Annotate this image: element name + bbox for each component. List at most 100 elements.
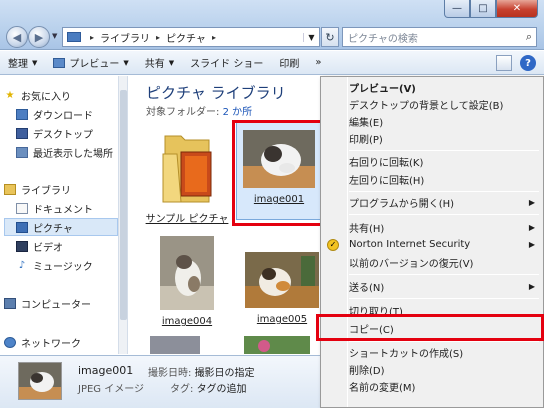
menu-item-print[interactable]: 印刷(P) [321,130,543,147]
menu-item-preview[interactable]: プレビュー(V) [321,79,543,96]
search-icon[interactable]: ⌕ [526,30,532,44]
sidebar-item-recent[interactable]: 最近表示した場所 [16,143,127,161]
minimize-button[interactable]: — [444,0,470,18]
menu-item-set-desktop-background[interactable]: デスクトップの背景として設定(B) [321,96,543,113]
cat-photo-thumbnail [245,252,319,308]
window-controls: — □ ✕ [444,0,538,18]
print-label: 印刷 [279,59,300,70]
menu-item-share[interactable]: 共有(H) ▶ [321,219,543,236]
sidebar-item-label: ネットワーク [21,338,81,350]
network-icon [4,336,16,348]
sidebar-item-videos[interactable]: ビデオ [16,237,127,255]
details-file-name: image001 [78,364,134,377]
preview-button[interactable]: プレビュー ▼ [45,52,136,74]
back-button[interactable]: ◀ [6,26,28,48]
command-bar: 整理 ▼ プレビュー ▼ 共有 ▼ スライド ショー 印刷 » ? [0,51,544,75]
search-input[interactable]: ピクチャの検索 ⌕ [342,27,537,47]
share-label: 共有 [144,59,165,70]
sidebar-item-label: ミュージック [33,261,93,273]
partial-image-thumbnail[interactable] [150,336,200,354]
menu-item-rotate-counterclockwise[interactable]: 左回りに回転(H) [321,171,543,188]
partial-image-thumbnail[interactable] [244,336,310,354]
image-item-image004[interactable]: image004 [144,236,230,328]
details-file-type: JPEG イメージ [78,384,145,395]
preview-icon [53,57,66,68]
sidebar-item-favorites[interactable]: ★ お気に入り [4,86,122,104]
sidebar-item-downloads[interactable]: ダウンロード [16,105,127,123]
toolbar-right: ? [496,55,536,71]
refresh-icon: ↻ [325,30,335,44]
menu-separator [349,214,539,215]
breadcrumb-libraries[interactable]: ライブラリ [100,30,150,45]
menu-item-send-to[interactable]: 送る(N) ▶ [321,278,543,295]
close-button[interactable]: ✕ [496,0,538,18]
chevron-down-icon: ▼ [168,58,175,67]
address-bar[interactable]: ▸ ライブラリ ▸ ピクチャ ▸ ▼ [62,27,320,47]
music-note-icon: ♪ [18,259,26,271]
details-tag-row: タグ: タグの追加 [170,380,247,395]
tag-value[interactable]: タグの追加 [197,384,247,395]
library-title: ピクチャ ライブラリ [146,84,286,102]
refresh-button[interactable]: ↻ [321,27,339,47]
menu-item-rename[interactable]: 名前の変更(M) [321,378,543,395]
content-area: ピクチャ ライブラリ 対象フォルダー: 2 か所 サンプル ピクチャ image… [130,76,320,354]
sidebar-item-label: ビデオ [33,242,63,254]
library-icon [4,183,16,195]
sidebar-item-computer[interactable]: コンピューター [4,294,122,312]
menu-separator [349,341,539,342]
menu-item-rotate-clockwise[interactable]: 右回りに回転(K) [321,153,543,170]
sidebar-item-libraries[interactable]: ライブラリ [4,180,122,198]
sidebar-item-pictures[interactable]: ピクチャ [4,218,118,236]
more-commands-button[interactable]: » [307,52,329,74]
breadcrumb-pictures[interactable]: ピクチャ [166,30,206,45]
address-dropdown-icon[interactable]: ▼ [303,32,319,42]
organize-button[interactable]: 整理 ▼ [0,52,45,74]
menu-item-edit[interactable]: 編集(E) [321,113,543,130]
share-button[interactable]: 共有 ▼ [137,52,182,74]
annotation-highlight-copy [316,314,544,341]
sidebar-item-desktop[interactable]: デスクトップ [16,124,127,142]
chevron-right-icon[interactable]: ▸ [156,33,160,42]
chevron-down-icon: ▼ [32,58,38,67]
print-button[interactable]: 印刷 [271,52,307,74]
locations-link[interactable]: 2 か所 [223,107,253,118]
preview-label: プレビュー [69,59,120,70]
chevron-right-icon[interactable]: ▸ [90,33,94,42]
image-item-image005[interactable]: image005 [239,252,320,326]
recent-places-icon [16,146,28,158]
sidebar-item-label: ダウンロード [33,110,93,122]
date-value[interactable]: 撮影日の指定 [195,368,255,379]
menu-item-create-shortcut[interactable]: ショートカットの作成(S) [321,344,543,361]
cat-photo-thumbnail [160,236,214,310]
sidebar-item-music[interactable]: ♪ ミュージック [16,256,127,274]
sidebar-item-label: デスクトップ [33,129,93,141]
preview-pane-icon[interactable] [496,55,512,71]
menu-item-restore-previous-versions[interactable]: 以前のバージョンの復元(V) [321,254,543,271]
chevron-down-icon: ▼ [123,58,129,67]
menu-separator [349,298,539,299]
menu-separator [349,191,539,192]
sidebar-item-label: ライブラリ [21,185,71,197]
recent-pages-dropdown[interactable]: ▼ [52,32,57,40]
sidebar-scrollbar[interactable] [118,76,127,354]
submenu-arrow-icon: ▶ [528,282,535,291]
sidebar-item-label: お気に入り [21,91,71,103]
menu-item-norton[interactable]: ✓ Norton Internet Security ▶ [321,236,543,253]
desktop-icon [16,127,28,139]
sidebar-item-label: ピクチャ [33,223,73,235]
sidebar-scrollbar-thumb[interactable] [120,90,127,320]
pictures-icon [16,221,28,233]
sidebar-item-network[interactable]: ネットワーク [4,333,122,351]
chevron-right-icon[interactable]: ▸ [212,33,216,42]
library-subtitle: 対象フォルダー: 2 か所 [146,103,252,118]
forward-button[interactable]: ▶ [28,26,50,48]
menu-item-open-with[interactable]: プログラムから開く(H) ▶ [321,194,543,211]
help-icon[interactable]: ? [520,55,536,71]
slideshow-button[interactable]: スライド ショー [182,52,271,74]
details-thumbnail [18,362,62,400]
folder-item-sample-pictures[interactable]: サンプル ピクチャ [144,130,230,226]
sidebar-item-documents[interactable]: ドキュメント [16,199,127,217]
menu-item-delete[interactable]: 削除(D) [321,361,543,378]
organize-label: 整理 [8,59,28,70]
maximize-button[interactable]: □ [470,0,496,18]
